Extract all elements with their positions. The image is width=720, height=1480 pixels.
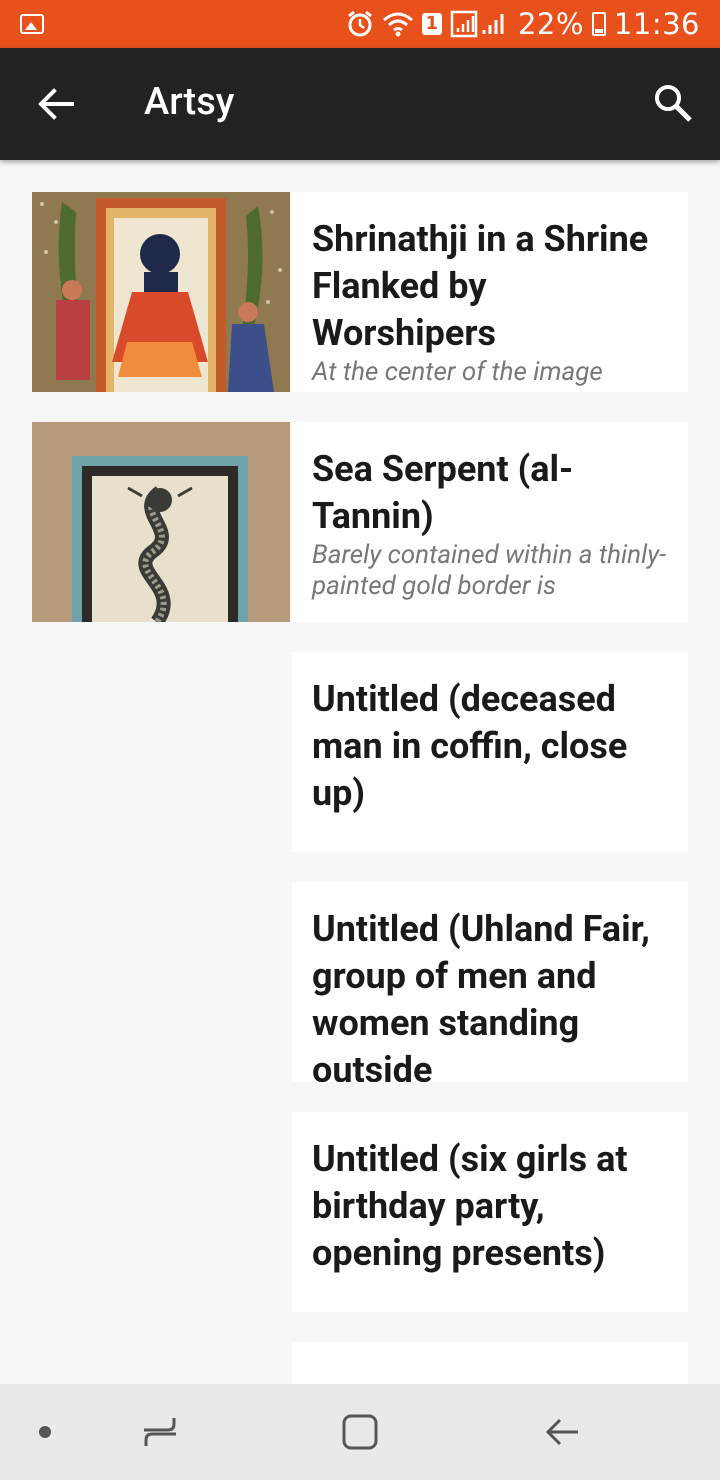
card-description: Barely contained within a thinly-painted… [312, 540, 667, 601]
card-text[interactable]: Sea Serpent (al-Tannin) Barely contained… [292, 422, 688, 622]
arrow-left-icon[interactable] [36, 84, 76, 124]
clock: 11:36 [613, 7, 700, 41]
artwork-thumbnail-placeholder[interactable] [32, 1112, 290, 1312]
wifi-icon [382, 12, 413, 37]
recent-apps-icon[interactable] [140, 1412, 180, 1452]
battery-percent: 22% [517, 7, 584, 41]
gallery-icon [20, 14, 44, 34]
signal-icon [450, 10, 504, 38]
back-icon[interactable] [542, 1412, 582, 1452]
sim-badge: 1 [421, 13, 442, 35]
card-text[interactable]: Untitled (deceased man in coffin, close … [292, 652, 688, 852]
card-description: At the center of the image [312, 357, 603, 387]
card-title: Untitled (six girls at birthday party, o… [312, 1138, 628, 1274]
card-title: Shrinathji in a Shrine Flanked by Worshi… [312, 218, 649, 354]
artwork-card-partial[interactable] [32, 1342, 688, 1384]
card-title: Untitled (deceased man in coffin, close … [312, 678, 628, 814]
alarm-icon [348, 10, 372, 37]
artwork-card[interactable]: Untitled (Uhland Fair, group of men and … [32, 882, 688, 1082]
artwork-card[interactable]: Untitled (six girls at birthday party, o… [32, 1112, 688, 1312]
status-icons: 1 22% 11:36 [346, 6, 700, 42]
artwork-card[interactable]: Shrinathji in a Shrine Flanked by Worshi… [32, 192, 688, 392]
artwork-list[interactable]: Shrinathji in a Shrine Flanked by Worshi… [0, 160, 720, 1384]
card-text[interactable] [292, 1342, 688, 1384]
card-title: Untitled (Uhland Fair, group of men and … [312, 908, 650, 1082]
artwork-card[interactable]: Sea Serpent (al-Tannin) Barely contained… [32, 422, 688, 622]
status-bar: 1 22% 11:36 [0, 0, 720, 48]
artwork-card[interactable]: Untitled (deceased man in coffin, close … [32, 652, 688, 852]
artwork-thumbnail[interactable] [32, 192, 290, 392]
dot-icon[interactable] [39, 1426, 51, 1438]
battery-icon [591, 12, 606, 36]
card-text[interactable]: Untitled (Uhland Fair, group of men and … [292, 882, 688, 1082]
artwork-thumbnail-placeholder[interactable] [32, 882, 290, 1082]
artwork-thumbnail-placeholder[interactable] [32, 652, 290, 852]
app-bar: Artsy [0, 48, 720, 160]
search-icon[interactable] [652, 82, 694, 124]
card-text[interactable]: Untitled (six girls at birthday party, o… [292, 1112, 688, 1312]
card-text[interactable]: Shrinathji in a Shrine Flanked by Worshi… [292, 192, 688, 392]
home-icon[interactable] [340, 1412, 380, 1452]
artwork-thumbnail[interactable] [32, 422, 290, 622]
sea-serpent-painting-image [32, 422, 290, 622]
card-title: Sea Serpent (al-Tannin) [312, 448, 574, 537]
page-title: Artsy [144, 80, 235, 124]
shrinathji-painting-image [32, 192, 290, 392]
